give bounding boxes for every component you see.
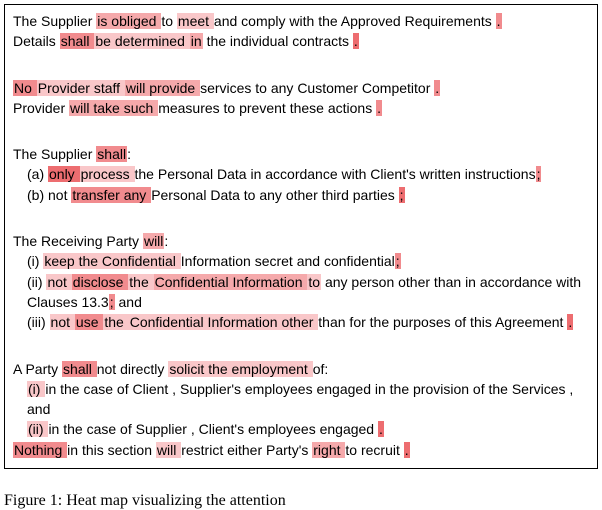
highlight-run: will provide [125, 80, 200, 96]
highlight-run: ; [395, 253, 401, 269]
highlight-run: transfer any [71, 187, 151, 203]
text-run: (i) [27, 253, 43, 269]
text-line: The Receiving Party will: [13, 231, 587, 251]
highlight-run: ; [536, 166, 542, 182]
highlight-run: . [496, 13, 502, 29]
highlight-run: . [378, 421, 384, 437]
highlight-run: . [567, 314, 573, 330]
text-run: The Supplier [13, 146, 96, 162]
highlight-run: is obliged [96, 13, 161, 29]
text-run: to [161, 13, 177, 29]
text-run: than for the purposes of this Agreement [318, 314, 567, 330]
highlight-run: shall [62, 361, 97, 377]
text-run: the Personal Data in accordance with Cli… [135, 166, 536, 182]
paragraph-block: The Supplier shall:(a) only process the … [13, 144, 587, 205]
text-line: (ii) in the case of Supplier , Client's … [13, 419, 587, 439]
text-run: A Party [13, 361, 62, 377]
text-run: Provider [13, 100, 69, 116]
text-line: The Supplier is obliged to meet and comp… [13, 11, 587, 31]
text-line: Clauses 13.3; and [13, 292, 587, 312]
highlight-run: ; [399, 187, 405, 203]
text-run: and comply with the Approved Requirement… [214, 13, 496, 29]
highlight-run: will [156, 442, 181, 458]
paragraph-block: The Supplier is obliged to meet and comp… [13, 11, 587, 52]
highlight-run: (ii) [27, 421, 48, 437]
text-run: to recruit [345, 442, 403, 458]
text-run: the individual contracts [203, 33, 353, 49]
text-run: (b) not [27, 187, 71, 203]
caption-text: Heat map visualizing the attention [62, 492, 286, 509]
text-run: of: [313, 361, 329, 377]
highlight-run: shall [60, 33, 95, 49]
text-line: (b) not transfer any Personal Data to an… [13, 185, 587, 205]
highlight-run: . [376, 100, 382, 116]
text-line: Nothing in this section will restrict ei… [13, 440, 587, 460]
highlight-run: process [80, 166, 135, 182]
text-run: Information secret and confidential [181, 253, 395, 269]
paragraph-block: The Receiving Party will:(i) keep the Co… [13, 231, 587, 332]
text-run: any person other than in accordance with [321, 274, 581, 290]
highlight-run: only [48, 166, 80, 182]
paragraph-block: No Provider staff will provide services … [13, 78, 587, 119]
text-line: Provider will take such measures to prev… [13, 98, 587, 118]
highlight-run: meet [177, 13, 214, 29]
text-run: (ii) [27, 274, 46, 290]
highlight-run: not [50, 314, 75, 330]
text-line: (i) in the case of Client , Supplier's e… [13, 379, 587, 420]
highlight-run: . [404, 442, 410, 458]
text-line: (i) keep the Confidential Information se… [13, 251, 587, 271]
text-run: services to any Customer Competitor [200, 80, 434, 96]
highlight-run: will take such [69, 100, 158, 116]
text-run: The Receiving Party [13, 233, 143, 249]
highlight-run: Nothing [13, 442, 67, 458]
text-run: restrict either Party's [181, 442, 312, 458]
text-run: in the case of Client , Supplier's emplo… [27, 381, 573, 417]
text-run: : [164, 233, 168, 249]
highlight-run: be determined [94, 33, 189, 49]
text-line: (a) only process the Personal Data in ac… [13, 164, 587, 184]
text-run: Personal Data to any other third parties [151, 187, 398, 203]
text-run: measures to prevent these actions [158, 100, 376, 116]
highlight-run: right [312, 442, 345, 458]
highlight-run: disclose [72, 274, 128, 290]
highlight-run: will [143, 233, 164, 249]
highlight-run: . [353, 33, 359, 49]
text-run: : [127, 146, 131, 162]
highlight-run: No [13, 80, 37, 96]
text-run: Details [13, 33, 60, 49]
text-run: not directly [97, 361, 169, 377]
highlight-run: in [190, 33, 203, 49]
text-run: (a) [27, 166, 48, 182]
highlight-run: the [103, 314, 128, 330]
highlight-run: (i) [27, 381, 45, 397]
text-line: The Supplier shall: [13, 144, 587, 164]
text-line: (iii) not use the Confidential Informati… [13, 312, 587, 332]
text-line: Details shall be determined in the indiv… [13, 31, 587, 51]
caption-prefix: Figure 1: [4, 492, 62, 509]
figure-caption: Figure 1: Heat map visualizing the atten… [4, 492, 286, 510]
text-line: No Provider staff will provide services … [13, 78, 587, 98]
highlight-run: Provider staff [37, 80, 125, 96]
paragraph-block: A Party shall not directly solicit the e… [13, 359, 587, 460]
text-run: in the case of Supplier , Client's emplo… [48, 421, 378, 437]
text-run: The Supplier [13, 13, 96, 29]
figure-box: The Supplier is obliged to meet and comp… [4, 4, 598, 469]
highlight-run: keep the Confidential [43, 253, 180, 269]
text-line: (ii) not disclose the Confidential Infor… [13, 272, 587, 292]
highlight-run: . [434, 80, 440, 96]
highlight-run: Confidential Information other [129, 314, 319, 330]
text-run: Clauses 13.3 [27, 294, 109, 310]
highlight-run: solicit the employment [168, 361, 312, 377]
text-run: in this section [67, 442, 156, 458]
highlight-run: not [46, 274, 71, 290]
highlight-run: shall [96, 146, 127, 162]
highlight-run: use [75, 314, 103, 330]
text-run: and [115, 294, 142, 310]
page: The Supplier is obliged to meet and comp… [0, 0, 602, 510]
text-run: (iii) [27, 314, 50, 330]
highlight-run: the [128, 274, 153, 290]
text-line: A Party shall not directly solicit the e… [13, 359, 587, 379]
highlight-run: Confidential Information [154, 274, 308, 290]
highlight-run: to [307, 274, 321, 290]
